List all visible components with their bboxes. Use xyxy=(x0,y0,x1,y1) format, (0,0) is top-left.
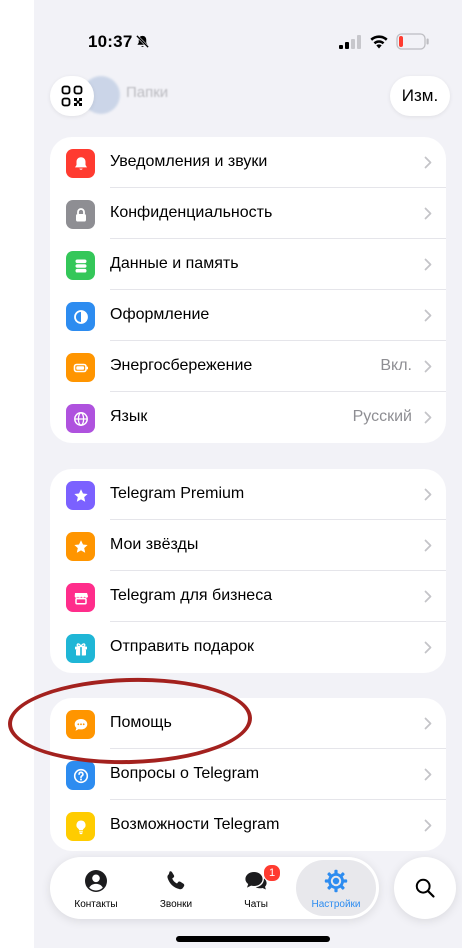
qr-code-icon xyxy=(61,85,83,107)
battery-icon xyxy=(66,353,95,382)
wifi-icon xyxy=(370,35,388,49)
row-label: Оформление xyxy=(110,306,210,323)
chevron-right-icon xyxy=(424,819,432,832)
phone-screen: 10:37 Папки Изм. Уведомления и звуки Кон… xyxy=(34,0,462,948)
star-icon xyxy=(66,532,95,561)
row-telegram-features[interactable]: Возможности Telegram xyxy=(50,800,446,851)
tab-label: Контакты xyxy=(74,899,118,910)
globe-icon xyxy=(66,404,95,433)
row-my-stars[interactable]: Мои звёзды xyxy=(50,520,446,571)
unread-badge: 1 xyxy=(263,864,281,882)
chevron-right-icon xyxy=(424,641,432,654)
chevron-right-icon xyxy=(424,411,432,424)
chevron-right-icon xyxy=(424,360,432,373)
chevron-right-icon xyxy=(424,488,432,501)
row-power-saving[interactable]: Энергосбережение Вкл. xyxy=(50,341,446,392)
row-language[interactable]: Язык Русский xyxy=(50,392,446,443)
lock-icon xyxy=(66,200,95,229)
tab-bar: Контакты Звонки 1 Чаты Настройки xyxy=(50,857,379,919)
star-icon xyxy=(66,481,95,510)
database-icon xyxy=(66,251,95,280)
chevron-right-icon xyxy=(424,590,432,603)
row-privacy[interactable]: Конфиденциальность xyxy=(50,188,446,239)
bell-slash-icon xyxy=(136,35,149,48)
row-telegram-premium[interactable]: Telegram Premium xyxy=(50,469,446,520)
chevron-right-icon xyxy=(424,207,432,220)
row-label: Данные и память xyxy=(110,255,239,272)
lightbulb-icon xyxy=(66,812,95,841)
row-send-gift[interactable]: Отправить подарок xyxy=(50,622,446,673)
search-button[interactable] xyxy=(394,857,456,919)
tab-chats[interactable]: 1 Чаты xyxy=(216,857,296,919)
tab-settings[interactable]: Настройки xyxy=(296,860,376,916)
chevron-right-icon xyxy=(424,258,432,271)
bell-icon xyxy=(66,149,95,178)
chevron-right-icon xyxy=(424,768,432,781)
row-label: Энергосбережение xyxy=(110,357,253,374)
tab-label: Настройки xyxy=(311,899,361,910)
home-indicator xyxy=(176,936,330,942)
search-icon xyxy=(415,878,435,898)
tab-calls[interactable]: Звонки xyxy=(136,857,216,919)
tab-label: Чаты xyxy=(244,899,268,910)
row-label: Telegram для бизнеса xyxy=(110,587,273,604)
row-label: Конфиденциальность xyxy=(110,204,273,221)
person-icon xyxy=(85,870,107,892)
gear-icon xyxy=(324,869,348,893)
battery-low-icon xyxy=(396,33,429,50)
chevron-right-icon xyxy=(424,309,432,322)
phone-icon xyxy=(167,871,185,890)
gift-icon xyxy=(66,634,95,663)
row-label: Отправить подарок xyxy=(110,638,255,655)
background-folder-text: Папки xyxy=(126,84,169,101)
status-time: 10:37 xyxy=(88,32,133,51)
row-label: Уведомления и звуки xyxy=(110,153,268,170)
status-bar: 10:37 xyxy=(34,0,462,80)
chevron-right-icon xyxy=(424,539,432,552)
row-telegram-business[interactable]: Telegram для бизнеса xyxy=(50,571,446,622)
settings-group-general: Уведомления и звуки Конфиденциальность Д… xyxy=(50,137,446,443)
chevron-right-icon xyxy=(424,156,432,169)
row-label: Возможности Telegram xyxy=(110,816,280,833)
qr-code-button[interactable] xyxy=(50,76,94,116)
row-label: Вопросы о Telegram xyxy=(110,765,260,782)
row-label: Язык xyxy=(110,408,148,425)
tab-label: Звонки xyxy=(159,899,193,910)
row-notifications[interactable]: Уведомления и звуки xyxy=(50,137,446,188)
settings-group-premium: Telegram Premium Мои звёзды Telegram для… xyxy=(50,469,446,673)
row-data-storage[interactable]: Данные и память xyxy=(50,239,446,290)
question-icon xyxy=(66,761,95,790)
row-value: Русский xyxy=(352,408,412,425)
tab-contacts[interactable]: Контакты xyxy=(56,857,136,919)
appearance-icon xyxy=(66,302,95,331)
row-label: Telegram Premium xyxy=(110,485,245,502)
row-label: Мои звёзды xyxy=(110,536,199,553)
store-icon xyxy=(66,583,95,612)
edit-button[interactable]: Изм. xyxy=(390,76,450,116)
chevron-right-icon xyxy=(424,717,432,730)
signal-icon xyxy=(339,35,361,49)
row-value: Вкл. xyxy=(380,357,412,374)
row-appearance[interactable]: Оформление xyxy=(50,290,446,341)
